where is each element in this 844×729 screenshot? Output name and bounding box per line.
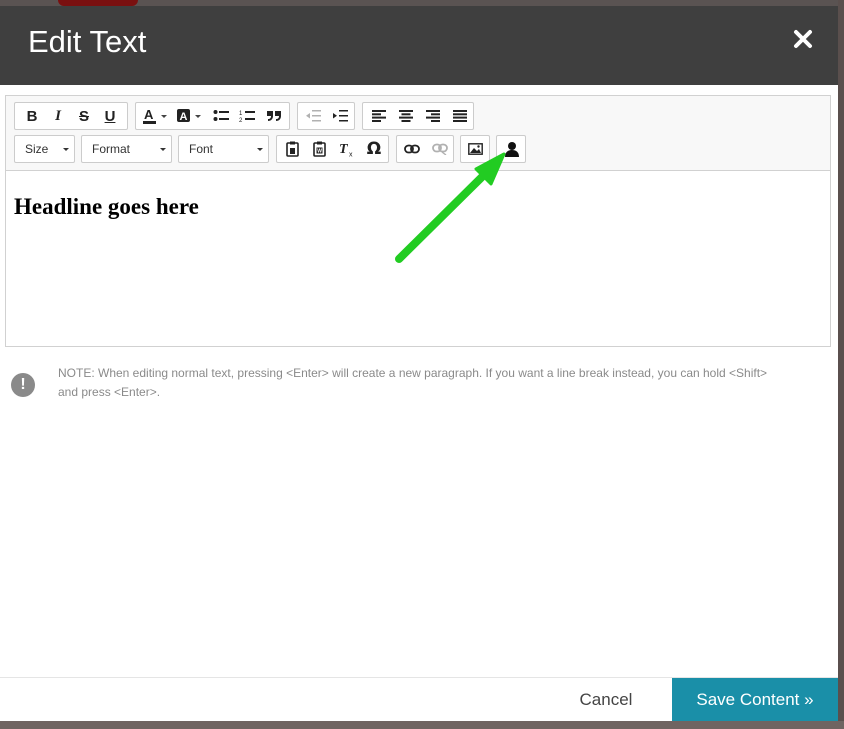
save-content-button[interactable]: Save Content »: [672, 678, 838, 721]
bold-icon[interactable]: B: [19, 103, 45, 129]
format-dropdown-label: Format: [92, 142, 131, 156]
image-icon[interactable]: [462, 136, 489, 162]
strikethrough-icon[interactable]: S: [71, 103, 97, 129]
alignment-group: [362, 102, 474, 130]
format-dropdown[interactable]: Format: [81, 135, 172, 163]
unlink-icon[interactable]: [426, 136, 453, 162]
font-dropdown[interactable]: Font: [178, 135, 269, 163]
svg-text:1: 1: [239, 111, 243, 117]
formatting-group: B I S U: [14, 102, 128, 130]
exclamation-icon: !: [11, 373, 35, 397]
paste-from-word-icon[interactable]: W: [306, 136, 333, 162]
cancel-button[interactable]: Cancel: [560, 678, 652, 721]
editor-toolbar: B I S U A A 12 Size Format Font W T x Ω: [6, 96, 830, 171]
edit-text-dialog: Edit Text B I S U A A 1 2 Size Format Fo…: [0, 6, 838, 721]
svg-text:2: 2: [239, 118, 243, 123]
increase-indent-icon[interactable]: [327, 103, 353, 129]
remove-format-icon[interactable]: Tx: [333, 136, 360, 162]
text-color-icon[interactable]: A: [140, 103, 172, 129]
chevron-down-icon: [63, 148, 69, 151]
rich-text-editor: B I S U A A 12 Size Format Font W T x Ω …: [5, 95, 831, 347]
person-group: [496, 135, 526, 163]
link-group: [396, 135, 454, 163]
background-color-icon[interactable]: A: [174, 103, 206, 129]
font-dropdown-label: Font: [189, 142, 214, 156]
size-dropdown[interactable]: Size: [14, 135, 75, 163]
person-icon[interactable]: [498, 136, 525, 162]
editor-content-area[interactable]: Headline goes here: [6, 172, 830, 346]
backdrop-bottom: [0, 721, 844, 729]
align-right-icon[interactable]: [419, 103, 446, 129]
link-icon[interactable]: [398, 136, 425, 162]
svg-text:x: x: [349, 152, 353, 158]
justify-icon[interactable]: [446, 103, 473, 129]
color-list-group: A A 12: [135, 102, 290, 130]
align-center-icon[interactable]: [392, 103, 419, 129]
special-character-icon[interactable]: Ω: [360, 136, 388, 162]
backdrop-edge: [838, 0, 844, 729]
decrease-indent-icon[interactable]: [300, 103, 326, 129]
blockquote-icon[interactable]: [260, 103, 288, 129]
close-icon[interactable]: [790, 26, 816, 52]
svg-text:W: W: [317, 149, 322, 155]
align-left-icon[interactable]: [365, 103, 392, 129]
dialog-footer: Cancel Save Content »: [0, 677, 838, 721]
indent-group: [297, 102, 355, 130]
note-text: NOTE: When editing normal text, pressing…: [58, 366, 768, 399]
chevron-down-icon: [160, 148, 166, 151]
numbered-list-icon[interactable]: 12: [234, 103, 260, 129]
svg-text:T: T: [339, 142, 349, 157]
headline-text: Headline goes here: [14, 194, 199, 219]
underline-icon[interactable]: U: [97, 103, 123, 129]
clipboard-group: W Tx Ω: [276, 135, 389, 163]
paste-icon[interactable]: [279, 136, 306, 162]
italic-icon[interactable]: I: [45, 103, 71, 129]
image-group: [460, 135, 490, 163]
svg-text:A: A: [144, 107, 154, 122]
bulleted-list-icon[interactable]: [208, 103, 234, 129]
dialog-title: Edit Text: [28, 24, 147, 59]
size-dropdown-label: Size: [25, 142, 49, 156]
svg-text:A: A: [180, 111, 188, 123]
chevron-down-icon: [257, 148, 263, 151]
dialog-header: Edit Text: [0, 6, 838, 85]
